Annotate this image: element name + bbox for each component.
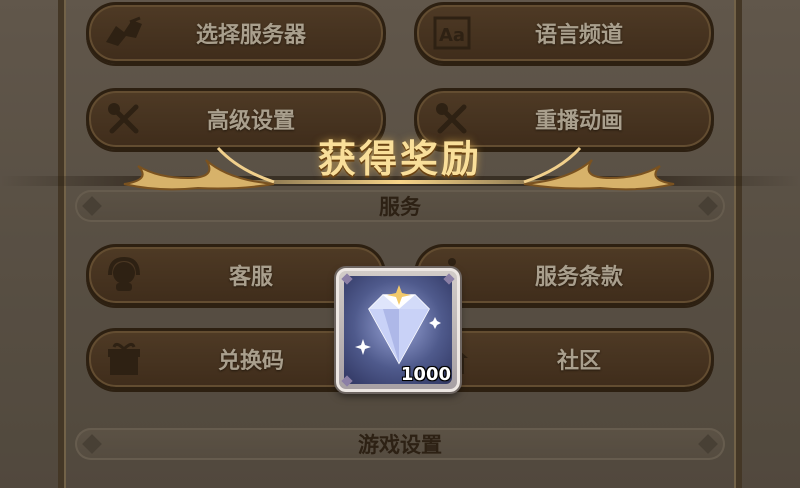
item-quantity: 1000 xyxy=(400,364,451,385)
popup-dim-overlay[interactable] xyxy=(0,0,800,488)
reward-title: 获得奖励 xyxy=(317,136,482,181)
reward-item-card[interactable]: 1000 xyxy=(336,268,460,392)
diamond-icon xyxy=(355,285,441,365)
